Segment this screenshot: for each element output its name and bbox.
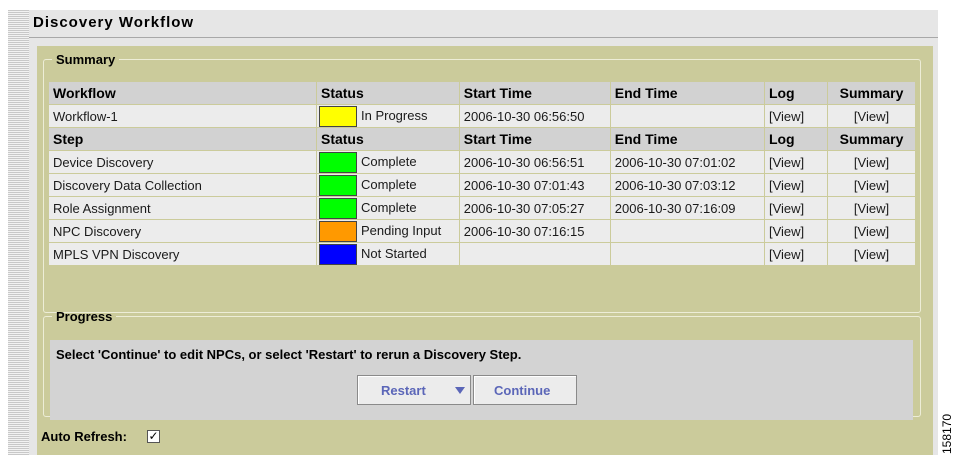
step-status: Complete: [360, 199, 417, 215]
header-step: Step: [49, 128, 316, 150]
step-summary-link[interactable]: [View]: [828, 220, 915, 242]
figure-id-text: 158170: [940, 414, 953, 454]
continue-label: Continue: [494, 383, 551, 398]
workflow-row: Workflow-1 In Progress 2006-10-30 06:56:…: [49, 105, 915, 127]
step-end-time: [610, 243, 764, 265]
workflow-status-cell: In Progress: [316, 105, 459, 127]
header-status: Status: [316, 82, 459, 104]
summary-group: Summary Workflow Status Start Time End T…: [43, 52, 921, 313]
step-rows: Device Discovery Complete 2006-10-30 06:56…: [49, 151, 915, 265]
step-name: Device Discovery: [49, 151, 316, 173]
workflow-status: In Progress: [360, 107, 428, 123]
step-log-link[interactable]: [View]: [764, 197, 828, 219]
header-step-start-time: Start Time: [459, 128, 610, 150]
step-status-cell: Complete: [316, 174, 459, 196]
page-title: Discovery Workflow: [33, 14, 195, 31]
step-status: Complete: [360, 153, 417, 169]
status-color-swatch: [318, 220, 357, 242]
workflow-content-area: Summary Workflow Status Start Time End T…: [37, 46, 933, 455]
title-divider: [29, 37, 938, 38]
summary-table: Workflow Status Start Time End Time Log …: [48, 81, 916, 266]
step-name: MPLS VPN Discovery: [49, 243, 316, 265]
header-start-time: Start Time: [459, 82, 610, 104]
restart-label: Restart: [381, 383, 426, 398]
step-row: NPC Discovery Pending Input 2006-10-30 07:…: [49, 220, 915, 242]
dropdown-arrow-icon[interactable]: [455, 387, 465, 394]
step-end-time: [610, 220, 764, 242]
step-row: MPLS VPN Discovery Not Started [View] [View…: [49, 243, 915, 265]
step-start-time: 2006-10-30 07:05:27: [459, 197, 610, 219]
step-row: Device Discovery Complete 2006-10-30 06:56…: [49, 151, 915, 173]
workflow-log-link[interactable]: [View]: [764, 105, 828, 127]
step-row: Discovery Data Collection Complete 2006-10…: [49, 174, 915, 196]
status-color-swatch: [318, 151, 357, 173]
step-status: Pending Input: [360, 222, 442, 238]
step-status: Not Started: [360, 245, 427, 261]
workflow-header-row: Workflow Status Start Time End Time Log …: [49, 82, 915, 104]
status-color-swatch: [318, 105, 357, 127]
progress-group: Progress Select 'Continue' to edit NPCs,…: [43, 309, 921, 420]
continue-button[interactable]: Continue: [473, 375, 577, 405]
progress-panel: Select 'Continue' to edit NPCs, or selec…: [50, 340, 913, 420]
header-step-end-time: End Time: [610, 128, 764, 150]
step-status-cell: Not Started: [316, 243, 459, 265]
step-row: Role Assignment Complete 2006-10-30 07:05:…: [49, 197, 915, 219]
step-start-time: 2006-10-30 07:16:15: [459, 220, 610, 242]
header-step-log: Log: [764, 128, 828, 150]
step-start-time: [459, 243, 610, 265]
step-status-cell: Complete: [316, 197, 459, 219]
header-step-status: Status: [316, 128, 459, 150]
step-start-time: 2006-10-30 07:01:43: [459, 174, 610, 196]
left-edge-stripe: [8, 10, 29, 455]
step-name: Discovery Data Collection: [49, 174, 316, 196]
header-end-time: End Time: [610, 82, 764, 104]
step-name: Role Assignment: [49, 197, 316, 219]
header-step-summary: Summary: [828, 128, 915, 150]
step-log-link[interactable]: [View]: [764, 243, 828, 265]
status-color-swatch: [318, 174, 357, 196]
step-summary-link[interactable]: [View]: [828, 174, 915, 196]
workflow-summary-link[interactable]: [View]: [828, 105, 915, 127]
step-summary-link[interactable]: [View]: [828, 243, 915, 265]
step-summary-link[interactable]: [View]: [828, 151, 915, 173]
progress-legend: Progress: [56, 309, 113, 324]
step-end-time: 2006-10-30 07:01:02: [610, 151, 764, 173]
figure-id-label: 158170: [940, 414, 953, 454]
status-color-swatch: [318, 243, 357, 265]
status-color-swatch: [318, 197, 357, 219]
restart-button[interactable]: Restart: [357, 375, 471, 405]
step-start-time: 2006-10-30 06:56:51: [459, 151, 610, 173]
step-log-link[interactable]: [View]: [764, 174, 828, 196]
step-end-time: 2006-10-30 07:16:09: [610, 197, 764, 219]
discovery-workflow-panel: Discovery Workflow Summary Workflow Stat…: [29, 10, 938, 455]
step-status-cell: Complete: [316, 151, 459, 173]
step-name: NPC Discovery: [49, 220, 316, 242]
header-workflow: Workflow: [49, 82, 316, 104]
workflow-start-time: 2006-10-30 06:56:50: [459, 105, 610, 127]
header-log: Log: [764, 82, 828, 104]
auto-refresh-label: Auto Refresh:: [41, 429, 127, 444]
step-status-cell: Pending Input: [316, 220, 459, 242]
summary-legend: Summary: [56, 52, 116, 67]
workflow-name: Workflow-1: [49, 105, 316, 127]
progress-message: Select 'Continue' to edit NPCs, or selec…: [56, 347, 522, 362]
header-summary: Summary: [828, 82, 915, 104]
step-header-row: Step Status Start Time End Time Log Summ…: [49, 128, 915, 150]
workflow-end-time: [610, 105, 764, 127]
step-summary-link[interactable]: [View]: [828, 197, 915, 219]
auto-refresh-checkbox[interactable]: ✓: [147, 430, 160, 443]
step-log-link[interactable]: [View]: [764, 220, 828, 242]
step-log-link[interactable]: [View]: [764, 151, 828, 173]
step-status: Complete: [360, 176, 417, 192]
step-end-time: 2006-10-30 07:03:12: [610, 174, 764, 196]
